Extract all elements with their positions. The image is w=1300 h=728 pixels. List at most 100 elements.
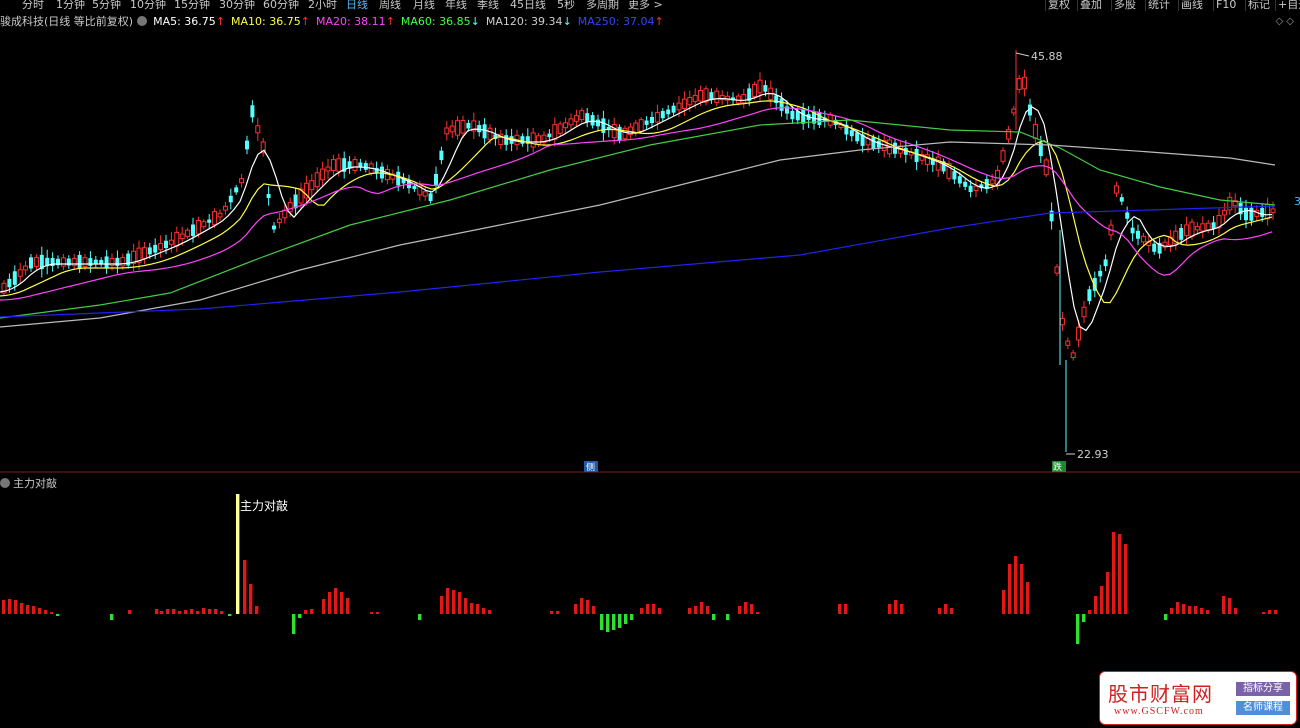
candle-body	[245, 140, 249, 150]
watermark-tag-2: 名师课程	[1236, 701, 1290, 715]
candle-body	[276, 218, 282, 223]
event-marker-right-label: 跌	[1053, 462, 1062, 473]
candle-body	[77, 254, 82, 270]
histogram-bar	[750, 604, 754, 614]
indicator-title: 主力对敲	[0, 475, 57, 491]
candle-body	[309, 180, 315, 191]
histogram-bar	[938, 608, 942, 614]
candle-body	[601, 118, 606, 133]
watermark-url: www.GSCFW.com	[1114, 706, 1204, 717]
candle-body	[336, 158, 342, 172]
candle-body	[1087, 289, 1092, 302]
histogram-bar	[688, 608, 692, 614]
candle-body	[1016, 78, 1022, 90]
candle-body	[790, 110, 795, 120]
candle-body	[444, 127, 450, 135]
candle-body	[1054, 266, 1060, 274]
histogram-bar	[652, 604, 656, 614]
histogram-bar	[726, 614, 730, 620]
candle-body	[1194, 226, 1200, 231]
candle-body	[179, 233, 185, 240]
candle-body	[1081, 306, 1087, 318]
candle-body	[650, 116, 654, 124]
histogram-bar	[900, 604, 904, 614]
histogram-bar	[446, 588, 450, 614]
candle-body	[466, 122, 471, 129]
histogram-bar	[56, 614, 60, 616]
histogram-bar	[196, 611, 200, 614]
histogram-bar	[1002, 590, 1006, 614]
candle-body	[1032, 123, 1038, 139]
histogram-bar	[26, 605, 30, 614]
histogram-bar	[464, 598, 468, 614]
histogram-bar	[476, 604, 480, 614]
chart-canvas[interactable]: 45.88 22.93 侧 跌 3 主力对敲	[0, 0, 1300, 728]
candle-body	[352, 159, 358, 171]
histogram-bar	[2, 600, 6, 614]
candle-body	[504, 135, 509, 145]
candle-body	[957, 176, 962, 184]
histogram-bar	[20, 603, 24, 614]
histogram-bar	[214, 609, 218, 614]
candle-body	[330, 159, 336, 171]
watermark: 股市财富网 www.GSCFW.com 指标分享 名师课程	[1099, 671, 1297, 725]
histogram-bar	[1268, 610, 1272, 614]
histogram-bar	[228, 614, 232, 616]
histogram-bar	[1094, 596, 1098, 614]
candle-body	[687, 96, 693, 106]
histogram-bar	[894, 600, 898, 614]
candle-body	[320, 168, 326, 181]
histogram-bar	[370, 612, 374, 614]
histogram-bar	[178, 611, 182, 614]
histogram-bar	[298, 614, 302, 618]
histogram-bar	[944, 604, 948, 614]
dropdown-icon[interactable]	[0, 478, 10, 488]
candle-body	[638, 119, 644, 132]
histogram-bar	[482, 608, 486, 614]
histogram-bar	[586, 600, 590, 614]
candle-body	[422, 191, 428, 197]
candle-body	[671, 105, 676, 113]
candle-body	[88, 258, 93, 266]
candle-body	[1221, 209, 1227, 216]
histogram-bar	[202, 608, 206, 614]
candle-body	[914, 149, 919, 162]
candle-body	[153, 244, 158, 253]
candle-body	[1200, 223, 1206, 232]
candle-body	[611, 124, 617, 139]
histogram-bar	[328, 592, 332, 614]
candle-body	[596, 119, 600, 127]
candle-body	[1000, 150, 1006, 162]
indicator-title-text: 主力对敲	[13, 477, 57, 490]
candle-body	[871, 137, 876, 149]
candle-body	[757, 79, 763, 94]
histogram-bar	[340, 592, 344, 614]
candle-body	[1011, 108, 1017, 114]
candle-body	[363, 163, 368, 170]
histogram-bar	[32, 606, 36, 614]
candle-body	[23, 265, 29, 271]
candle-body	[449, 125, 455, 133]
histogram-bar	[322, 599, 326, 614]
candle-body	[1244, 207, 1248, 221]
candle-body	[174, 232, 180, 247]
candle-body	[439, 150, 444, 161]
candle-body	[201, 221, 207, 228]
candle-body	[147, 247, 152, 255]
histogram-bar	[50, 612, 54, 614]
candle-body	[989, 179, 995, 185]
candle-body	[1179, 227, 1184, 240]
candle-body	[741, 93, 747, 104]
candle-body	[185, 229, 191, 237]
candle-body	[1140, 235, 1146, 243]
histogram-bar	[1124, 544, 1128, 614]
ma60-line	[0, 119, 1276, 319]
candle-body	[29, 257, 33, 269]
histogram-bar	[700, 602, 704, 614]
low-label: 22.93	[1077, 448, 1109, 461]
histogram-bar	[1106, 572, 1110, 614]
candle-body	[1098, 270, 1103, 277]
candle-body	[563, 122, 569, 129]
histogram-bar	[184, 610, 188, 614]
candle-body	[752, 83, 758, 98]
